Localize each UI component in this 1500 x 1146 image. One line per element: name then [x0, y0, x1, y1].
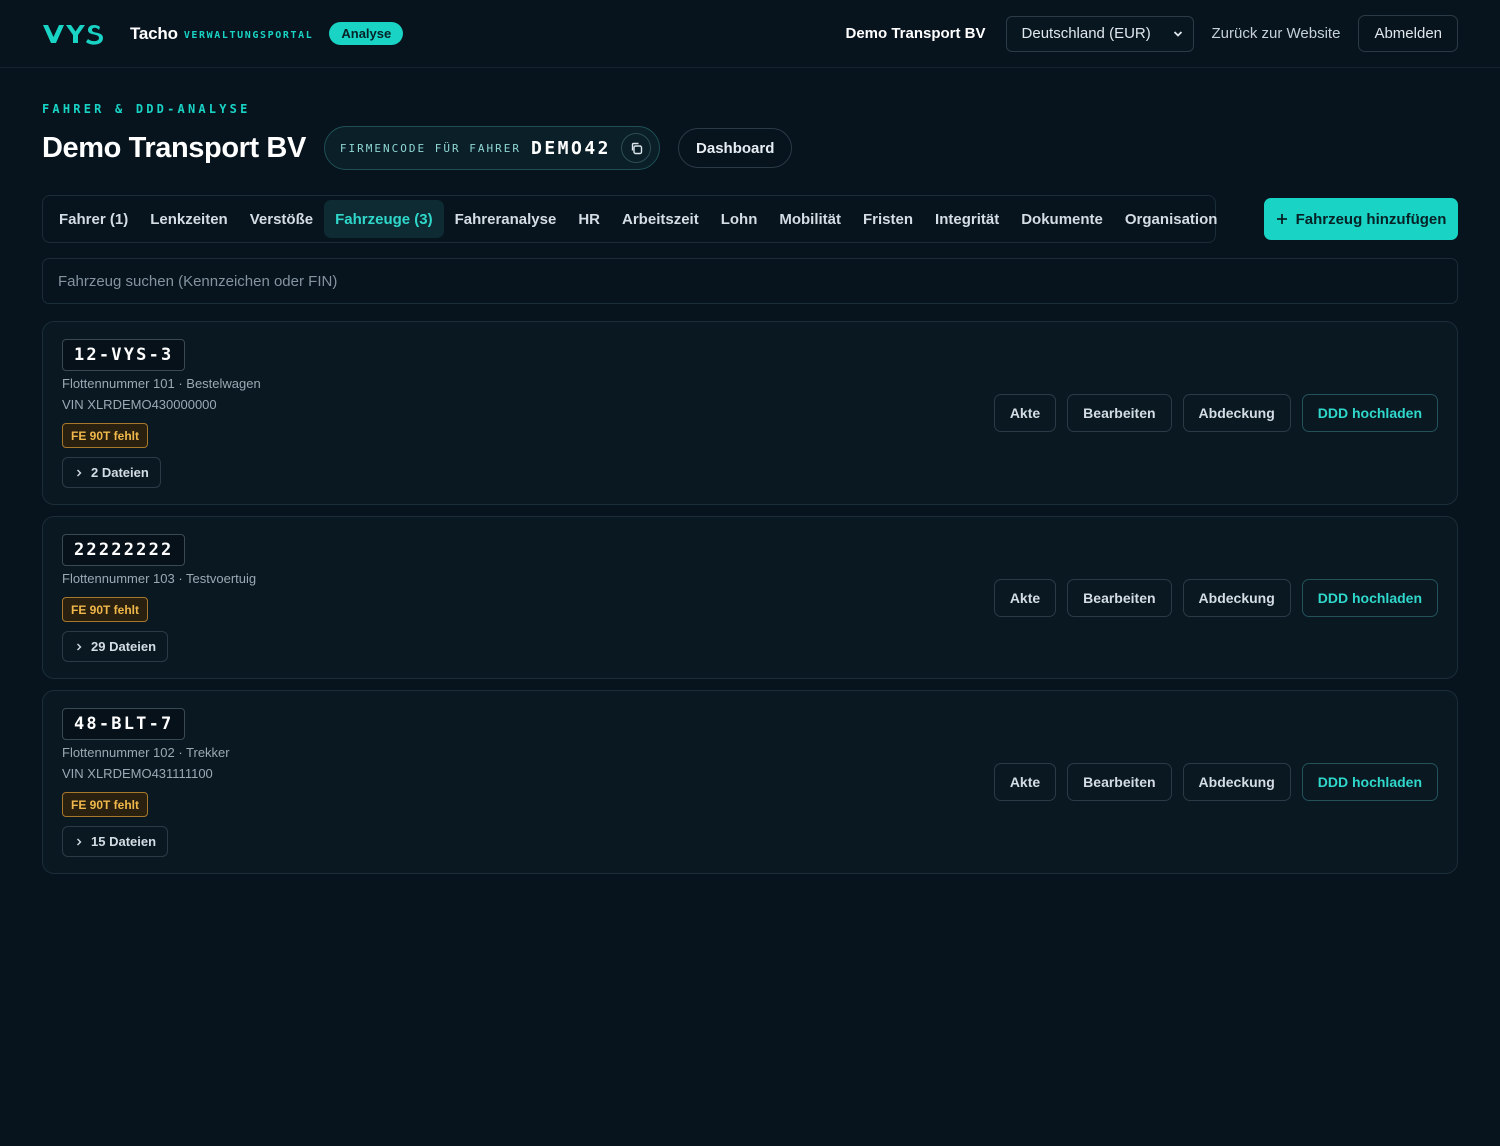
brand-subtitle: VERWALTUNGSPORTAL [183, 30, 314, 41]
coverage-button[interactable]: Abdeckung [1182, 579, 1291, 617]
tab-bar: Fahrer (1) Lenkzeiten Verstöße Fahrzeuge… [42, 195, 1217, 243]
file-button[interactable]: Akte [993, 394, 1057, 432]
dashboard-button[interactable]: Dashboard [678, 128, 793, 168]
page-eyebrow: FAHRER & DDD-ANALYSE [42, 102, 251, 116]
company-name: Demo Transport BV [845, 25, 986, 42]
files-count: 29 Dateien [91, 639, 157, 654]
coverage-button[interactable]: Abdeckung [1182, 763, 1291, 801]
tab-fahreranalyse[interactable]: Fahreranalyse [444, 200, 568, 238]
copy-icon [631, 142, 642, 154]
tab-mobilitaet[interactable]: Mobilität [768, 200, 852, 238]
vehicle-card: 22222222 Flottennummer 103 · Testvoertui… [42, 516, 1458, 679]
ddd-upload-button[interactable]: DDD hochladen [1301, 763, 1438, 801]
warning-badge: FE 90T fehlt [62, 597, 149, 622]
brand-name: Tacho [130, 23, 178, 43]
ddd-upload-button[interactable]: DDD hochladen [1301, 394, 1438, 432]
vys-logo [42, 19, 120, 49]
company-code-label: FIRMENCODE FÜR FAHRER [339, 141, 521, 155]
tab-arbeitszeit[interactable]: Arbeitszeit [611, 200, 710, 238]
file-button[interactable]: Akte [993, 579, 1057, 617]
files-toggle[interactable]: 15 Dateien [62, 826, 169, 857]
vehicle-card: 12-VYS-3 Flottennummer 101 · Bestelwagen… [42, 321, 1458, 505]
edit-button[interactable]: Bearbeiten [1067, 394, 1172, 432]
vehicle-card: 48-BLT-7 Flottennummer 102 · Trekker VIN… [42, 690, 1458, 874]
country-select[interactable]: Deutschland (EUR) [1005, 15, 1194, 52]
add-vehicle-button[interactable]: Fahrzeug hinzufügen [1264, 198, 1458, 240]
plus-icon [1276, 214, 1287, 224]
back-to-website-link[interactable]: Zurück zur Website [1212, 25, 1341, 42]
vehicle-search-input[interactable] [58, 272, 1442, 290]
tab-verstoesse[interactable]: Verstöße [239, 200, 324, 238]
company-code-pill: FIRMENCODE FÜR FAHRER DEMO42 [323, 126, 661, 170]
files-count: 2 Dateien [91, 465, 149, 480]
edit-button[interactable]: Bearbeiten [1067, 579, 1172, 617]
tab-lohn[interactable]: Lohn [710, 200, 769, 238]
chevron-down-icon [1173, 30, 1182, 37]
fleet-info: Flottennummer 101 · Bestelwagen [62, 376, 261, 391]
vehicle-search [42, 258, 1458, 304]
tab-hr[interactable]: HR [567, 200, 611, 238]
edit-button[interactable]: Bearbeiten [1067, 763, 1172, 801]
company-code-value: DEMO42 [531, 137, 612, 159]
files-toggle[interactable]: 2 Dateien [62, 457, 161, 488]
top-bar: Tacho VERWALTUNGSPORTAL Analyse Demo Tra… [0, 0, 1500, 68]
tab-dokumente[interactable]: Dokumente [1010, 200, 1114, 238]
tab-fahrzeuge[interactable]: Fahrzeuge (3) [324, 200, 444, 238]
tab-lenkzeiten[interactable]: Lenkzeiten [139, 200, 239, 238]
analyse-badge: Analyse [329, 22, 404, 45]
chevron-right-icon [77, 469, 82, 476]
files-count: 15 Dateien [91, 834, 157, 849]
vin-info: VIN XLRDEMO431111100 [62, 766, 213, 781]
license-plate: 12-VYS-3 [62, 339, 186, 371]
coverage-button[interactable]: Abdeckung [1182, 394, 1291, 432]
tab-fristen[interactable]: Fristen [852, 200, 924, 238]
chevron-right-icon [77, 838, 82, 845]
fleet-info: Flottennummer 102 · Trekker [62, 745, 230, 760]
tab-fahrer[interactable]: Fahrer (1) [48, 200, 139, 238]
files-toggle[interactable]: 29 Dateien [62, 631, 169, 662]
ddd-upload-button[interactable]: DDD hochladen [1301, 579, 1438, 617]
warning-badge: FE 90T fehlt [62, 423, 149, 448]
file-button[interactable]: Akte [993, 763, 1057, 801]
tab-organisation[interactable]: Organisation [1114, 200, 1229, 238]
vin-info: VIN XLRDEMO430000000 [62, 397, 217, 412]
license-plate: 22222222 [62, 534, 186, 566]
license-plate: 48-BLT-7 [62, 708, 186, 740]
page-title: Demo Transport BV [42, 131, 306, 164]
copy-code-button[interactable] [621, 133, 652, 163]
brand[interactable]: Tacho VERWALTUNGSPORTAL Analyse [42, 19, 404, 49]
country-select-value: Deutschland (EUR) [1021, 25, 1151, 42]
add-vehicle-label: Fahrzeug hinzufügen [1295, 210, 1447, 228]
logout-button[interactable]: Abmelden [1358, 15, 1458, 52]
tab-integritaet[interactable]: Integrität [924, 200, 1010, 238]
chevron-right-icon [77, 643, 82, 650]
fleet-info: Flottennummer 103 · Testvoertuig [62, 571, 257, 586]
warning-badge: FE 90T fehlt [62, 792, 149, 817]
